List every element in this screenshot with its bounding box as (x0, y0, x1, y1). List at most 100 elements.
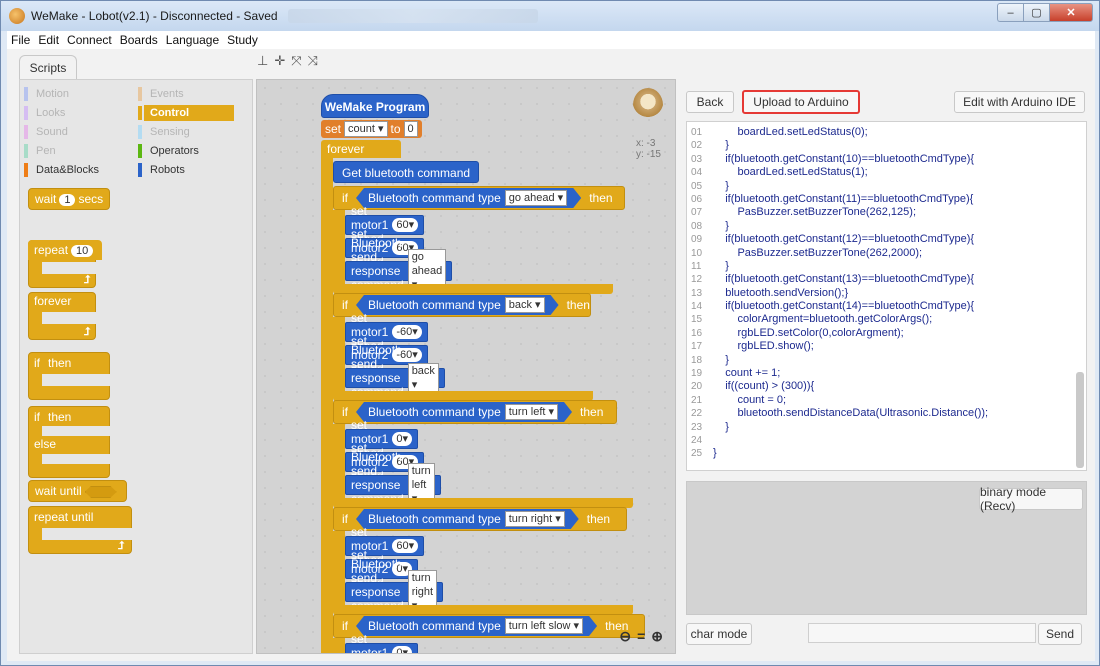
category-label: Looks (36, 107, 66, 119)
code-line: 11 } (687, 260, 1086, 273)
response-type-dropdown[interactable]: back ▾ (407, 363, 439, 393)
motor1-speed-dropdown[interactable]: 60▾ (392, 218, 419, 232)
code-line: 21 count = 0; (687, 394, 1086, 407)
category-label: Events (150, 88, 184, 100)
code-line: 13 bluetooth.sendVersion();} (687, 287, 1086, 300)
get-bluetooth-command-block[interactable]: Get bluetooth command (333, 161, 480, 183)
set-variable-block[interactable]: set count ▾ to 0 (321, 120, 422, 138)
category-operators[interactable]: Operators (138, 143, 234, 159)
category-pen[interactable]: Pen (24, 143, 120, 159)
scripts-area[interactable]: x: -3 y: -15 WeMake Program set count ▾ … (256, 79, 676, 654)
code-text: PasBuzzer.setBuzzerTone(262,2000); (713, 246, 923, 259)
zoom-out-icon[interactable]: ⊖ (619, 628, 631, 645)
move-icon[interactable]: ✛ (274, 53, 285, 69)
line-number: 24 (691, 434, 703, 446)
command-type-dropdown[interactable]: turn right ▾ (505, 511, 565, 527)
variable-dropdown[interactable]: count ▾ (344, 121, 388, 137)
code-line: 20 if((count) > (300)){ (687, 380, 1086, 393)
send-input[interactable] (808, 623, 1036, 643)
zoom-in-icon[interactable]: ⊕ (651, 628, 663, 645)
bt-command-condition[interactable]: Bluetooth command type go ahead ▾ (356, 188, 581, 208)
menu-study[interactable]: Study (227, 33, 258, 47)
binary-mode-button[interactable]: binary mode (Recv) (979, 485, 1083, 513)
category-sensing[interactable]: Sensing (138, 124, 234, 140)
bt-command-condition[interactable]: Bluetooth command type turn right ▾ (356, 509, 579, 529)
code-line: 23 } (687, 421, 1086, 434)
send-response-block[interactable]: Bluetooth send response command typeturn… (345, 450, 441, 520)
cmd-text: set motor1 speed (351, 632, 389, 654)
category-looks[interactable]: Looks (24, 105, 120, 121)
motor1-speed-dropdown[interactable]: -60▾ (392, 325, 422, 339)
minimize-button[interactable]: – (997, 3, 1023, 22)
edit-with-arduino-ide-button[interactable]: Edit with Arduino IDE (954, 91, 1085, 113)
block-text: if (34, 356, 40, 370)
send-response-block[interactable]: Bluetooth send response command typeturn… (345, 557, 444, 627)
menu-boards[interactable]: Boards (120, 33, 158, 47)
line-number: 09 (691, 234, 703, 246)
category-motion[interactable]: Motion (24, 86, 120, 102)
menu-file[interactable]: File (11, 33, 30, 47)
shrink-icon[interactable]: ⤨ (308, 53, 318, 69)
sprite-toolbar: ⊥ ✛ ⤧ ⤨ (257, 53, 318, 69)
category-sound[interactable]: Sound (24, 124, 120, 140)
maximize-button[interactable]: ▢ (1023, 3, 1049, 22)
tabs-row: Scripts (7, 49, 253, 79)
sprite-x: x: -3 (635, 138, 656, 149)
close-button[interactable]: ✕ (1049, 3, 1093, 22)
category-label: Data&Blocks (36, 164, 99, 176)
set-motor1-block[interactable]: set motor1 speed0▾ (345, 632, 418, 653)
zoom-reset-icon[interactable]: = (637, 628, 645, 645)
condition-text: Bluetooth command type (368, 298, 501, 312)
code-text: colorArgment=bluetooth.getColorArgs(); (713, 313, 933, 326)
menu-edit[interactable]: Edit (38, 33, 59, 47)
line-number: 16 (691, 327, 703, 339)
menu-connect[interactable]: Connect (67, 33, 112, 47)
category-events[interactable]: Events (138, 86, 234, 102)
program-hat-block[interactable]: WeMake Program (321, 94, 429, 118)
char-mode-button[interactable]: char mode (686, 623, 752, 645)
code-scrollbar[interactable] (1076, 372, 1084, 468)
send-button[interactable]: Send (1038, 623, 1082, 645)
grow-icon[interactable]: ⤧ (291, 53, 301, 69)
menu-language[interactable]: Language (166, 33, 219, 47)
motor1-speed-dropdown[interactable]: 0▾ (392, 646, 412, 653)
app-window: WeMake - Lobot(v2.1) - Disconnected - Sa… (0, 0, 1100, 666)
command-type-dropdown[interactable]: turn left slow ▾ (505, 618, 583, 634)
motor1-speed-dropdown[interactable]: 0▾ (392, 432, 412, 446)
monkey-sprite-icon (633, 88, 663, 122)
upload-to-arduino-button[interactable]: Upload to Arduino (742, 90, 860, 114)
wait-value[interactable]: 1 (59, 194, 76, 206)
set-value-input[interactable]: 0 (403, 121, 418, 137)
if-else-head: if then (34, 410, 71, 424)
command-type-dropdown[interactable]: go ahead ▾ (505, 190, 567, 206)
repeat-block-head[interactable]: repeat 10 (28, 240, 103, 260)
forever-block[interactable]: forever (321, 140, 401, 158)
category-data-blocks[interactable]: Data&Blocks (24, 162, 120, 178)
category-robots[interactable]: Robots (138, 162, 234, 178)
code-line: 19 count += 1; (687, 367, 1086, 380)
else-slot (42, 454, 110, 464)
window-title: WeMake - Lobot(v2.1) - Disconnected - Sa… (31, 9, 278, 23)
repeat-value[interactable]: 10 (71, 245, 94, 257)
back-button[interactable]: Back (686, 91, 734, 113)
send-response-block[interactable]: Bluetooth send response command typeback… (345, 343, 445, 413)
wait-secs-block[interactable]: wait 1 secs (28, 188, 111, 210)
command-type-dropdown[interactable]: back ▾ (505, 297, 545, 313)
stamp-icon[interactable]: ⊥ (257, 53, 268, 69)
command-type-dropdown[interactable]: turn left ▾ (505, 404, 558, 420)
line-number: 13 (691, 287, 703, 299)
boolean-slot[interactable] (84, 485, 117, 498)
code-editor[interactable]: 01 boardLed.setLedStatus(0); 02 } 03 if(bl… (686, 121, 1087, 471)
sprite-y: y: -15 (635, 149, 661, 160)
block-text: then (48, 356, 72, 370)
tab-scripts[interactable]: Scripts (19, 55, 77, 79)
send-response-block[interactable]: Bluetooth send response command typego a… (345, 236, 453, 306)
line-number: 04 (691, 167, 703, 179)
category-control[interactable]: Control (138, 105, 234, 121)
repeat-until-head: repeat until (34, 510, 97, 524)
motor1-speed-dropdown[interactable]: 60▾ (392, 539, 419, 553)
wait-until-block[interactable]: wait until (28, 480, 127, 502)
bt-command-condition[interactable]: Bluetooth command type turn left ▾ (356, 402, 572, 422)
line-number: 17 (691, 341, 703, 353)
bt-command-condition[interactable]: Bluetooth command type turn left slow ▾ (356, 616, 597, 636)
